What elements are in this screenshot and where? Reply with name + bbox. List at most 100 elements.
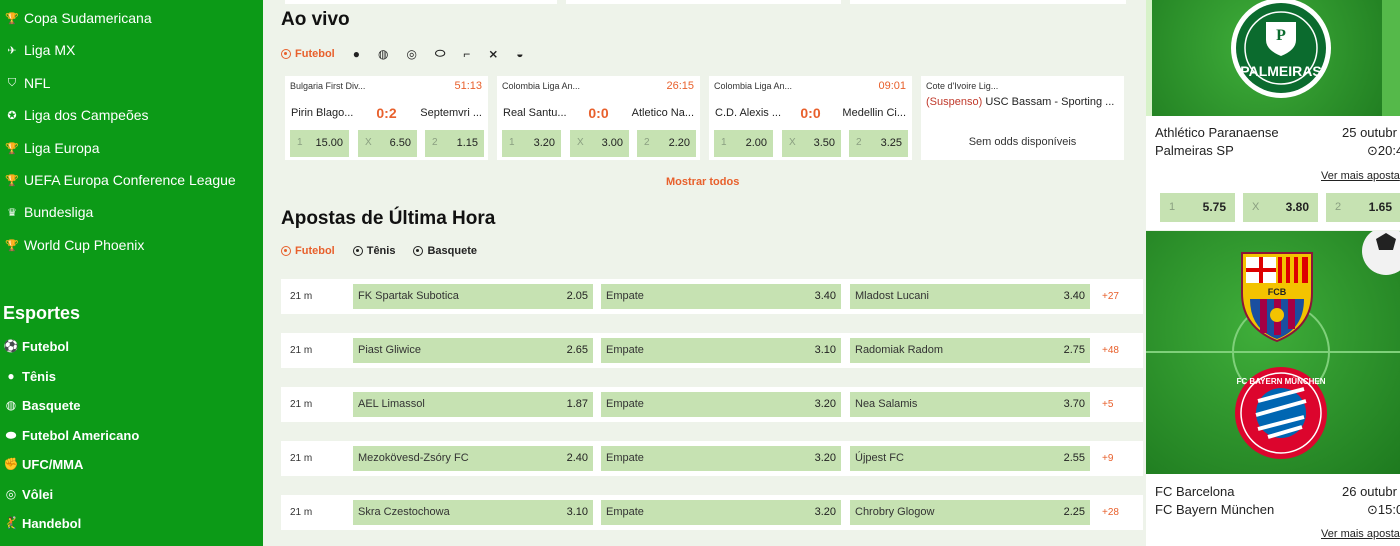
sidebar-sport-futebol-americano[interactable]: ⬬ Futebol Americano [0,422,139,448]
live-match-card[interactable]: Colombia Liga An... 26:15 Real Santu... … [497,76,700,160]
away-team: Septemvri ... [420,107,482,119]
odd-button-away[interactable]: Nea Salamis 3.70 [850,392,1090,417]
card-edge [850,0,1126,4]
odd-button-draw[interactable]: Empate 3.20 [601,392,841,417]
sidebar-sport-volei[interactable]: ◎ Vôlei [0,481,53,507]
sidebar-sport-tenis[interactable]: ● Tênis [0,363,56,389]
suspended-teams: USC Bassam - Sporting ... [985,96,1115,108]
more-bets-link[interactable]: Ver mais aposta [1321,170,1400,182]
sidebar-sport-handebol[interactable]: 🤾 Handebol [0,510,82,536]
more-markets-link[interactable]: +5 [1102,399,1113,410]
more-markets-link[interactable]: +9 [1102,453,1113,464]
odd-button-draw[interactable]: Empate 3.40 [601,284,841,309]
odd-button-home[interactable]: 1 15.00 [290,130,349,157]
soccer-ball-icon: ⚽ [3,339,19,353]
more-markets-link[interactable]: +28 [1102,507,1119,518]
sidebar-sport-basquete[interactable]: ◍ Basquete [0,392,81,418]
live-match-card[interactable]: Colombia Liga An... 09:01 C.D. Alexis ..… [709,76,912,160]
odd-button-away[interactable]: 2 3.25 [849,130,908,157]
odd-button-draw[interactable]: X 3.00 [570,130,629,157]
odd-button-draw[interactable]: Empate 3.20 [601,500,841,525]
more-markets-link[interactable]: +48 [1102,345,1119,356]
promo-banner-palmeiras[interactable]: P PALMEIRAS [1146,0,1400,116]
tab-tenis[interactable]: Tênis [352,245,396,257]
basketball-icon[interactable]: ◍ [378,47,388,61]
odd-button-away[interactable]: Újpest FC 2.55 [850,446,1090,471]
live-match-card[interactable]: Bulgaria First Div... 51:13 Pirin Blago.… [285,76,488,160]
odd-button-away[interactable]: 2 1.65 [1326,193,1400,222]
odd-button-home[interactable]: Piast Gliwice 2.65 [353,338,593,363]
odd-button-home[interactable]: Skra Czestochowa 3.10 [353,500,593,525]
odd-value: 2.75 [1063,344,1085,356]
sidebar-item-liga-mx[interactable]: ✈ Liga MX [0,36,75,64]
volleyball-icon[interactable]: ◎ [406,47,416,61]
match-clock: 09:01 [878,80,906,92]
tab-futebol[interactable]: Futebol [281,48,335,60]
odd-button-home[interactable]: 1 5.75 [1160,193,1235,222]
tennis-ball-icon[interactable]: ● [353,47,360,61]
sidebar-item-liga-campeoes[interactable]: ✪ Liga dos Campeões [0,101,148,129]
odd-button-draw[interactable]: X 3.80 [1243,193,1318,222]
suspended-match-card[interactable]: Cote d'Ivoire Lig... (Suspenso) USC Bass… [921,76,1124,160]
sidebar-sport-ufc-mma[interactable]: ✊ UFC/MMA [0,451,84,477]
tab-label: Futebol [295,245,335,257]
odd-button-home[interactable]: 1 3.20 [502,130,561,157]
helmet-icon[interactable]: ◒ [516,47,523,61]
gun-icon[interactable]: ⌐ [463,47,470,61]
sidebar-item-nfl[interactable]: ⛉ NFL [0,69,51,97]
tab-basquete[interactable]: Basquete [413,245,477,257]
promo-banner-barcelona-bayern[interactable]: FCB FC BAYERN MÜNCHEN [1146,231,1400,474]
soccer-ball-icon [281,48,291,59]
odd-button-draw[interactable]: X 3.50 [782,130,841,157]
tab-label: Tênis [366,245,396,257]
sidebar-item-label: UEFA Europa Conference League [24,172,236,188]
sidebar-sport-futebol[interactable]: ⚽ Futebol [0,333,69,359]
team-name: Radomiak Radom [855,344,944,356]
basketball-icon: ◍ [5,398,17,412]
odd-value: 15.00 [315,137,343,149]
rugby-icon[interactable]: ⬭ [435,46,445,61]
team-name: Skra Czestochowa [358,506,450,518]
odd-button-away[interactable]: Radomiak Radom 2.75 [850,338,1090,363]
odd-value: 5.75 [1202,200,1226,214]
odd-value: 2.40 [566,452,588,464]
odd-button-home[interactable]: Mezokövesd-Zsóry FC 2.40 [353,446,593,471]
odd-value: 3.50 [813,137,835,149]
odd-button-away[interactable]: Mladost Lucani 3.40 [850,284,1090,309]
odd-button-draw[interactable]: Empate 3.20 [601,446,841,471]
sidebar-item-copa-sudamericana[interactable]: 🏆 Copa Sudamericana [0,4,152,32]
sidebar: 🏆 Copa Sudamericana ✈ Liga MX ⛉ NFL ✪ Liga d… [0,0,263,546]
sidebar-item-conference-league[interactable]: 🏆 UEFA Europa Conference League [0,166,236,194]
tennis-ball-icon [352,246,363,256]
odd-button-home[interactable]: 1 2.00 [714,130,773,157]
trophy-icon: 🏆 [5,12,19,25]
shield-icon: ⛉ [7,76,17,89]
hockey-icon[interactable]: ⨯ [488,47,498,61]
draw-label: Empate [606,398,644,410]
sidebar-sport-label: Futebol [22,338,69,354]
odd-button-away[interactable]: 2 2.20 [637,130,696,157]
sidebar-item-label: World Cup Phoenix [24,237,145,253]
odd-button-draw[interactable]: Empate 3.10 [601,338,841,363]
odd-button-home[interactable]: AEL Limassol 1.87 [353,392,593,417]
odd-label: 1 [297,137,303,148]
odd-value: 3.10 [814,344,836,356]
odd-button-draw[interactable]: X 6.50 [358,130,417,157]
match-clock: 26:15 [666,80,694,92]
show-all-link[interactable]: Mostrar todos [666,176,739,188]
odd-button-home[interactable]: FK Spartak Subotica 2.05 [353,284,593,309]
odd-value: 3.20 [814,452,836,464]
sidebar-item-world-cup-phoenix[interactable]: 🏆 World Cup Phoenix [0,231,144,259]
odd-button-away[interactable]: Chrobry Glogow 2.25 [850,500,1090,525]
sidebar-sport-label: Tênis [22,368,56,384]
more-markets-link[interactable]: +27 [1102,291,1119,302]
odd-value: 3.80 [1285,200,1309,214]
sidebar-item-bundesliga[interactable]: ♛ Bundesliga [0,198,93,226]
draw-label: Empate [606,290,644,302]
tab-futebol[interactable]: Futebol [281,245,335,257]
odd-button-away[interactable]: 2 1.15 [425,130,484,157]
more-bets-link[interactable]: Ver mais aposta [1321,528,1400,540]
basketball-icon [413,246,424,256]
svg-text:FCB: FCB [1268,287,1287,297]
sidebar-item-liga-europa[interactable]: 🏆 Liga Europa [0,134,99,162]
